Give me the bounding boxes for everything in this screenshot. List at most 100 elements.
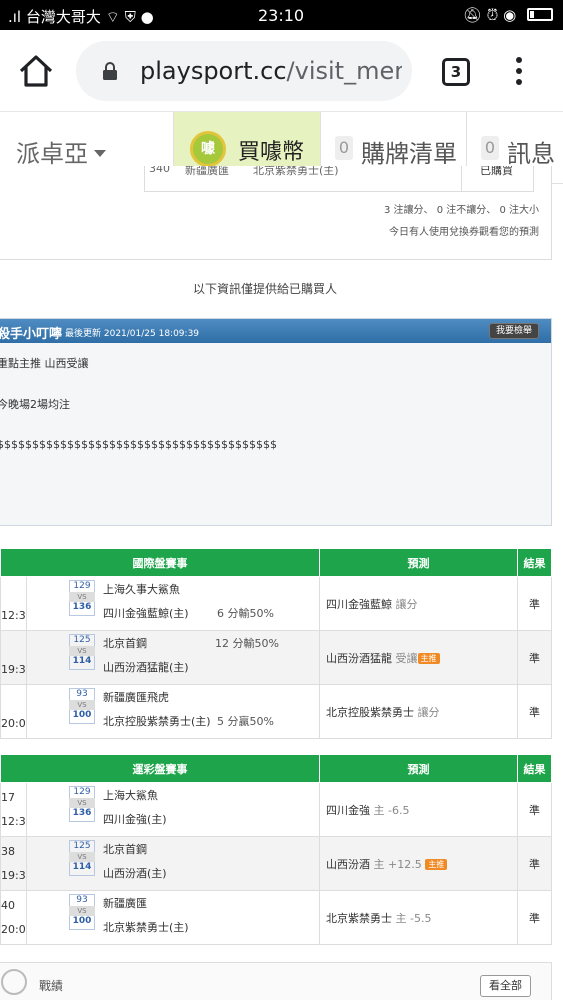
- table-header: 國際盤賽事 預測 結果: [0, 548, 552, 577]
- away-team: 北京首鋼: [103, 637, 147, 650]
- cart-label: 購牌清單: [361, 140, 457, 168]
- away-score: 93: [69, 894, 95, 906]
- away-team: 新疆廣匯: [103, 897, 147, 910]
- game-time: 20:00: [1, 923, 26, 936]
- match-cell: 129 VS 136 上海久事大鯊魚 四川金強藍鯨(主) 6 分輸50%: [26, 576, 320, 631]
- pick-line: 主 -6.5: [373, 803, 410, 817]
- pick-line: 主 -5.5: [395, 911, 432, 925]
- buy-coins-label: 買噱幣: [238, 140, 305, 165]
- report-button[interactable]: 我要檢舉: [488, 323, 539, 339]
- handicap: 6 分輸50%: [217, 607, 274, 620]
- game-number: 40: [1, 899, 16, 912]
- result-cell: 準: [517, 576, 552, 631]
- message-line: 重點主推 山西受讓: [0, 357, 89, 370]
- result-cell: 準: [517, 836, 552, 891]
- match-cell: 93 VS 100 新疆廣匯飛虎 北京控股紫禁勇士(主) 5 分贏50%: [26, 684, 320, 739]
- home-score: 136: [69, 602, 95, 616]
- away-team: 北京首鋼: [103, 843, 147, 856]
- status-left: .ıl 台灣大哥大 ⌔ ⛨ ●: [8, 6, 154, 27]
- away-score: 129: [69, 580, 95, 592]
- match-cell: 129 VS 136 上海大鯊魚 四川金強(主): [26, 782, 320, 837]
- see-all-button[interactable]: 看全部: [480, 975, 531, 997]
- line-app-icon: ●: [140, 8, 154, 26]
- signal-icon: .ıl: [8, 8, 22, 26]
- game-time: 19:35: [1, 663, 26, 676]
- game-time: 19:35: [1, 869, 26, 882]
- tab-switcher-button[interactable]: 3: [442, 58, 470, 86]
- overflow-menu-icon[interactable]: [514, 57, 524, 87]
- away-score: 125: [69, 634, 95, 646]
- sportslottery-odds-table: 運彩盤賽事 預測 結果 17 12:30 129 VS 136 上海大鯊魚 四川金…: [0, 754, 552, 945]
- vs-label: VS: [69, 592, 95, 602]
- url-path: /visit_mem: [286, 57, 402, 85]
- prediction-cell: 山西汾酒 主 +12.5 主推: [319, 836, 518, 891]
- table-header: 運彩盤賽事 預測 結果: [0, 754, 552, 783]
- match-cell: 125 VS 114 北京首鋼 山西汾酒(主): [26, 836, 320, 891]
- message-count-badge: 0: [481, 136, 499, 160]
- prediction-cell: 山西汾酒猛龍 受讓 主推: [319, 630, 518, 685]
- home-score: 136: [69, 808, 95, 822]
- status-bar: .ıl 台灣大哥大 ⌔ ⛨ ● 23:10 🔕︎ ⏰︎ ◉: [0, 0, 563, 30]
- column-header: 國際盤賽事: [0, 548, 320, 577]
- pick-type: 受讓: [395, 651, 418, 665]
- purchased-button[interactable]: 已購買: [461, 166, 533, 191]
- game-number: 38: [1, 845, 16, 858]
- message-header: 殺手小叮嚀 最後更新 2021/01/25 18:09:39 我要檢舉: [0, 319, 551, 343]
- purchased-row: 340 新疆廣匯 北京紫禁勇士(主) 已購買: [144, 166, 534, 192]
- table-row: 40 20:00 93 VS 100 新疆廣匯 北京紫禁勇士(主) 北京紫禁勇士 …: [0, 890, 552, 945]
- table-row: 12:30 129 VS 136 上海久事大鯊魚 四川金強藍鯨(主) 6 分輸5…: [0, 576, 552, 631]
- browser-toolbar: playsport.cc/visit_mem 3: [0, 30, 563, 112]
- intl-odds-table: 國際盤賽事 預測 結果 12:30 129 VS 136 上海久事大鯊魚 四川金…: [0, 548, 552, 739]
- match-cell: 93 VS 100 新疆廣匯 北京紫禁勇士(主): [26, 890, 320, 945]
- address-bar[interactable]: playsport.cc/visit_mem: [76, 41, 412, 101]
- message-line: $$$$$$$$$$$$$$$$$$$$$$$$$$$$$$$$$$$$$$$$: [0, 438, 277, 451]
- vs-label: VS: [69, 798, 95, 808]
- away-score: 93: [69, 688, 95, 700]
- featured-badge: 主推: [417, 652, 440, 664]
- buyers-only-notice: 以下資訊僅提供給已購買人: [192, 282, 337, 296]
- page: .ıl 台灣大哥大 ⌔ ⛨ ● 23:10 🔕︎ ⏰︎ ◉ playsport.…: [0, 0, 563, 1000]
- game-info: 40 20:00: [0, 890, 27, 945]
- voucher-note: 今日有人使用兌換券觀看您的預測: [389, 227, 539, 238]
- away-team: 新疆廣匯飛虎: [103, 691, 169, 704]
- home-icon[interactable]: [18, 54, 54, 88]
- pick-team: 四川金強: [326, 803, 370, 817]
- result-cell: 準: [517, 630, 552, 685]
- prediction-stats: 3 注讓分、 0 注不讓分、 0 注大小: [384, 205, 539, 216]
- pick-team: 四川金強藍鯨: [326, 597, 392, 611]
- home-team: 北京紫禁勇士(主): [103, 921, 189, 934]
- user-menu[interactable]: 派卓亞: [16, 134, 106, 169]
- home-team: 北京控股紫禁勇士(主): [103, 715, 211, 728]
- match-cell: 125 VS 114 北京首鋼 山西汾酒猛龍(主) 12 分輸50%: [26, 630, 320, 685]
- result-cell: 準: [517, 890, 552, 945]
- pick-team: 山西汾酒猛龍: [326, 651, 392, 665]
- column-header: 預測: [319, 548, 518, 577]
- record-label: 戰績: [39, 979, 64, 993]
- column-header: 預測: [319, 754, 518, 783]
- game-info: 38 19:35: [0, 836, 27, 891]
- wifi-icon: ⌔: [105, 8, 120, 26]
- home-team: 山西汾酒猛龍(主): [103, 661, 189, 674]
- message-title: 殺手小叮嚀: [0, 327, 63, 342]
- battery-icon: [527, 8, 553, 21]
- column-header: 運彩盤賽事: [0, 754, 320, 783]
- lock-icon: [103, 62, 117, 80]
- pick-team: 北京紫禁勇士: [326, 911, 392, 925]
- vs-label: VS: [69, 646, 95, 656]
- column-header: 結果: [517, 754, 552, 783]
- game-info: 12:30: [0, 576, 27, 631]
- home-team: 四川金強(主): [103, 813, 167, 826]
- pick-type: 讓分: [395, 597, 418, 611]
- game-time: 12:30: [1, 815, 26, 828]
- prediction-cell: 四川金強 主 -6.5: [319, 782, 518, 837]
- result-cell: 準: [517, 684, 552, 739]
- status-right: 🔕︎ ⏰︎ ◉: [463, 6, 553, 24]
- away-score: 129: [69, 786, 95, 798]
- cart-count-badge: 0: [335, 136, 353, 160]
- messages-label: 訊息: [507, 140, 555, 168]
- pick-line: 主 +12.5: [373, 857, 422, 871]
- away-team: 新疆廣匯: [185, 166, 229, 177]
- vs-label: VS: [69, 906, 95, 916]
- featured-badge: 主推: [425, 858, 448, 870]
- url-host: playsport.cc: [140, 57, 287, 85]
